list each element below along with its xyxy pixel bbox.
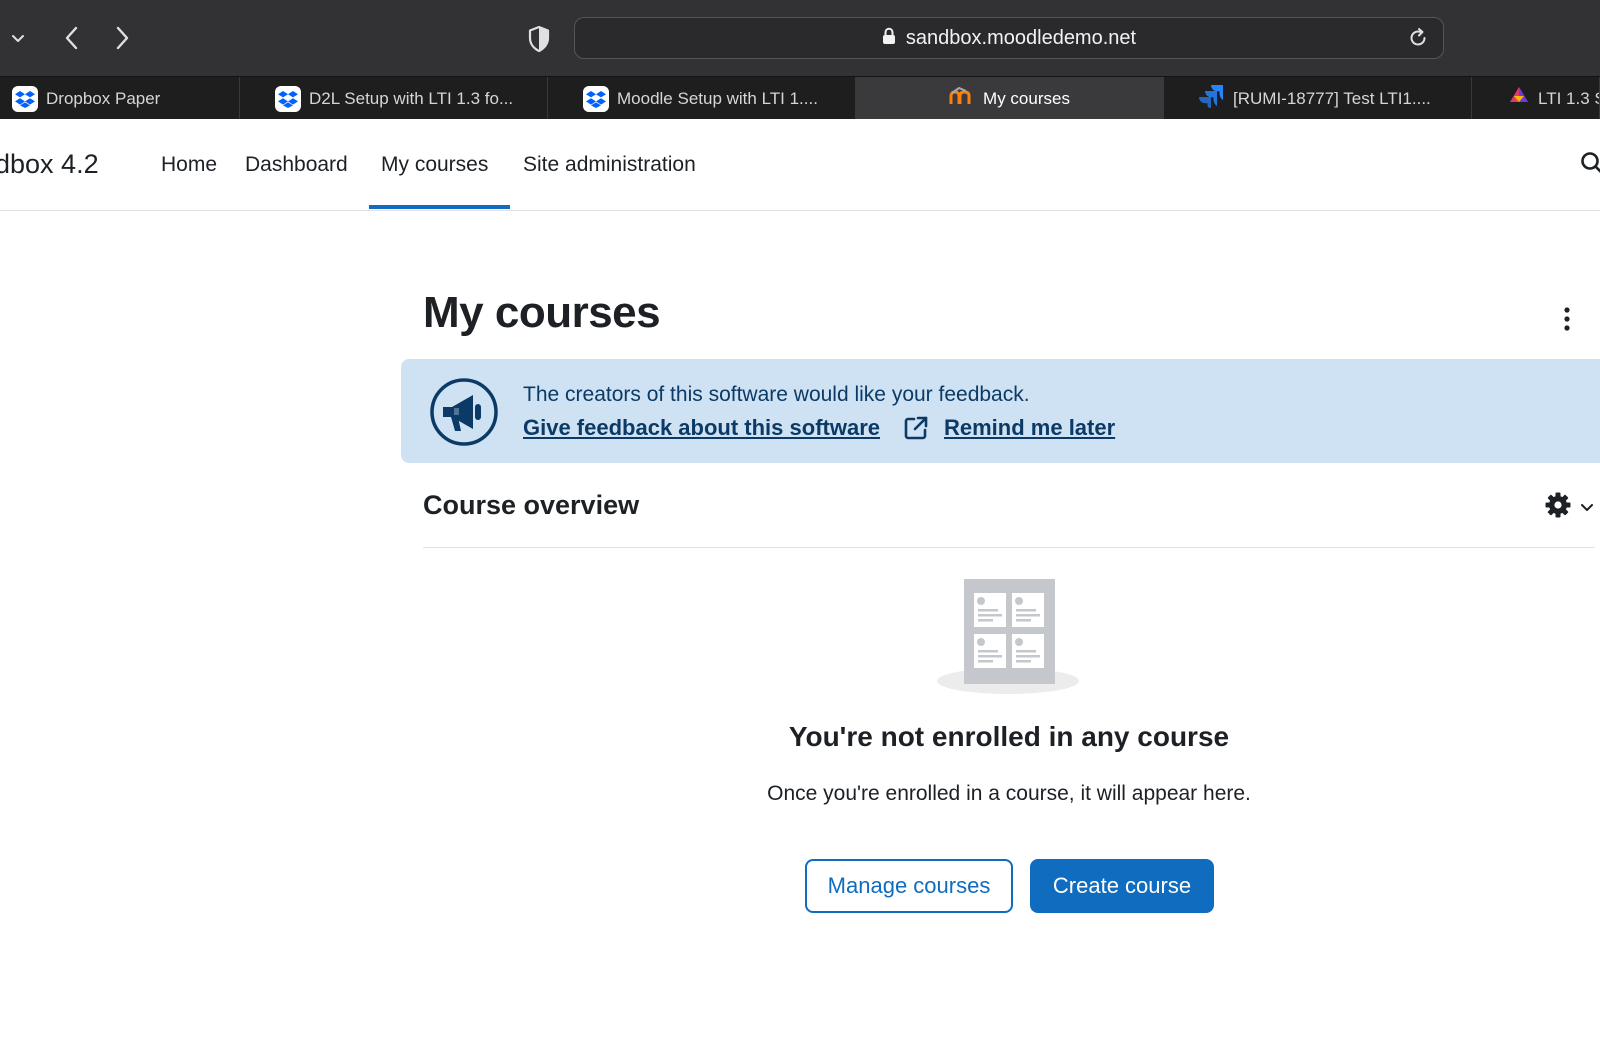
external-link-icon[interactable] <box>903 415 929 446</box>
tab-strip: Dropbox Paper D2L Setup with LTI 1.3 fo.… <box>0 76 1600 120</box>
nav-dashboard[interactable]: Dashboard <box>245 153 348 177</box>
browser-tab[interactable]: D2L Setup with LTI 1.3 fo... <box>240 77 548 120</box>
dropbox-icon <box>583 85 609 112</box>
browser-tab[interactable]: Dropbox Paper <box>0 77 240 120</box>
feedback-alert: The creators of this software would like… <box>401 359 1600 463</box>
remind-later-link[interactable]: Remind me later <box>944 415 1115 441</box>
reload-icon[interactable] <box>1407 27 1429 54</box>
back-icon[interactable] <box>56 22 88 54</box>
tab-label: Moodle Setup with LTI 1.... <box>617 88 818 108</box>
tab-overview-chevron-icon[interactable] <box>6 26 30 50</box>
jira-icon <box>1199 84 1225 113</box>
tab-label: [RUMI-18777] Test LTI1.... <box>1233 88 1431 108</box>
more-actions-icon[interactable] <box>1558 306 1576 332</box>
browser-tab-active[interactable]: My courses <box>856 77 1164 120</box>
site-brand[interactable]: dbox 4.2 <box>0 149 99 180</box>
course-overview-title: Course overview <box>423 490 640 520</box>
browser-tab[interactable]: [RUMI-18777] Test LTI1.... <box>1164 77 1472 120</box>
nav-home[interactable]: Home <box>161 153 217 177</box>
browser-toolbar: sandbox.moodledemo.net <box>0 0 1600 76</box>
url-text: sandbox.moodledemo.net <box>905 26 1137 49</box>
empty-state-text: Once you're enrolled in a course, it wil… <box>767 782 1251 805</box>
tab-label: LTI 1.3 S <box>1538 88 1600 108</box>
dropbox-icon <box>12 85 38 112</box>
screen: sandbox.moodledemo.net Dropbox Paper D2L… <box>0 0 1600 1038</box>
megaphone-icon <box>429 377 499 452</box>
page-title: My courses <box>423 288 661 337</box>
courses-illustration-icon <box>936 576 1080 705</box>
site-navbar: dbox 4.2 Home Dashboard My courses Site … <box>0 119 1600 211</box>
browser-tab[interactable]: Moodle Setup with LTI 1.... <box>548 77 856 120</box>
search-icon[interactable] <box>1580 151 1600 180</box>
kritik-icon <box>1508 85 1530 112</box>
create-course-button[interactable]: Create course <box>1030 859 1214 913</box>
moodle-icon <box>949 86 975 110</box>
tab-label: My courses <box>983 88 1070 108</box>
manage-courses-button[interactable]: Manage courses <box>805 859 1013 913</box>
empty-state-heading: You're not enrolled in any course <box>788 721 1230 752</box>
lock-icon <box>882 27 896 50</box>
browser-tab[interactable]: LTI 1.3 S <box>1472 77 1600 120</box>
nav-site-administration[interactable]: Site administration <box>523 153 696 177</box>
tab-label: Dropbox Paper <box>46 88 161 108</box>
forward-icon[interactable] <box>106 22 138 54</box>
dropbox-icon <box>275 85 301 112</box>
give-feedback-link[interactable]: Give feedback about this software <box>523 415 880 441</box>
gear-icon[interactable] <box>1545 492 1571 523</box>
tab-label: D2L Setup with LTI 1.3 fo... <box>309 88 514 108</box>
feedback-message: The creators of this software would like… <box>523 383 1030 406</box>
privacy-shield-icon[interactable] <box>524 24 554 54</box>
chevron-down-icon[interactable] <box>1580 500 1594 518</box>
nav-my-courses[interactable]: My courses <box>381 153 488 177</box>
section-divider <box>423 547 1595 548</box>
nav-active-indicator <box>369 205 510 209</box>
address-bar[interactable]: sandbox.moodledemo.net <box>574 17 1444 59</box>
